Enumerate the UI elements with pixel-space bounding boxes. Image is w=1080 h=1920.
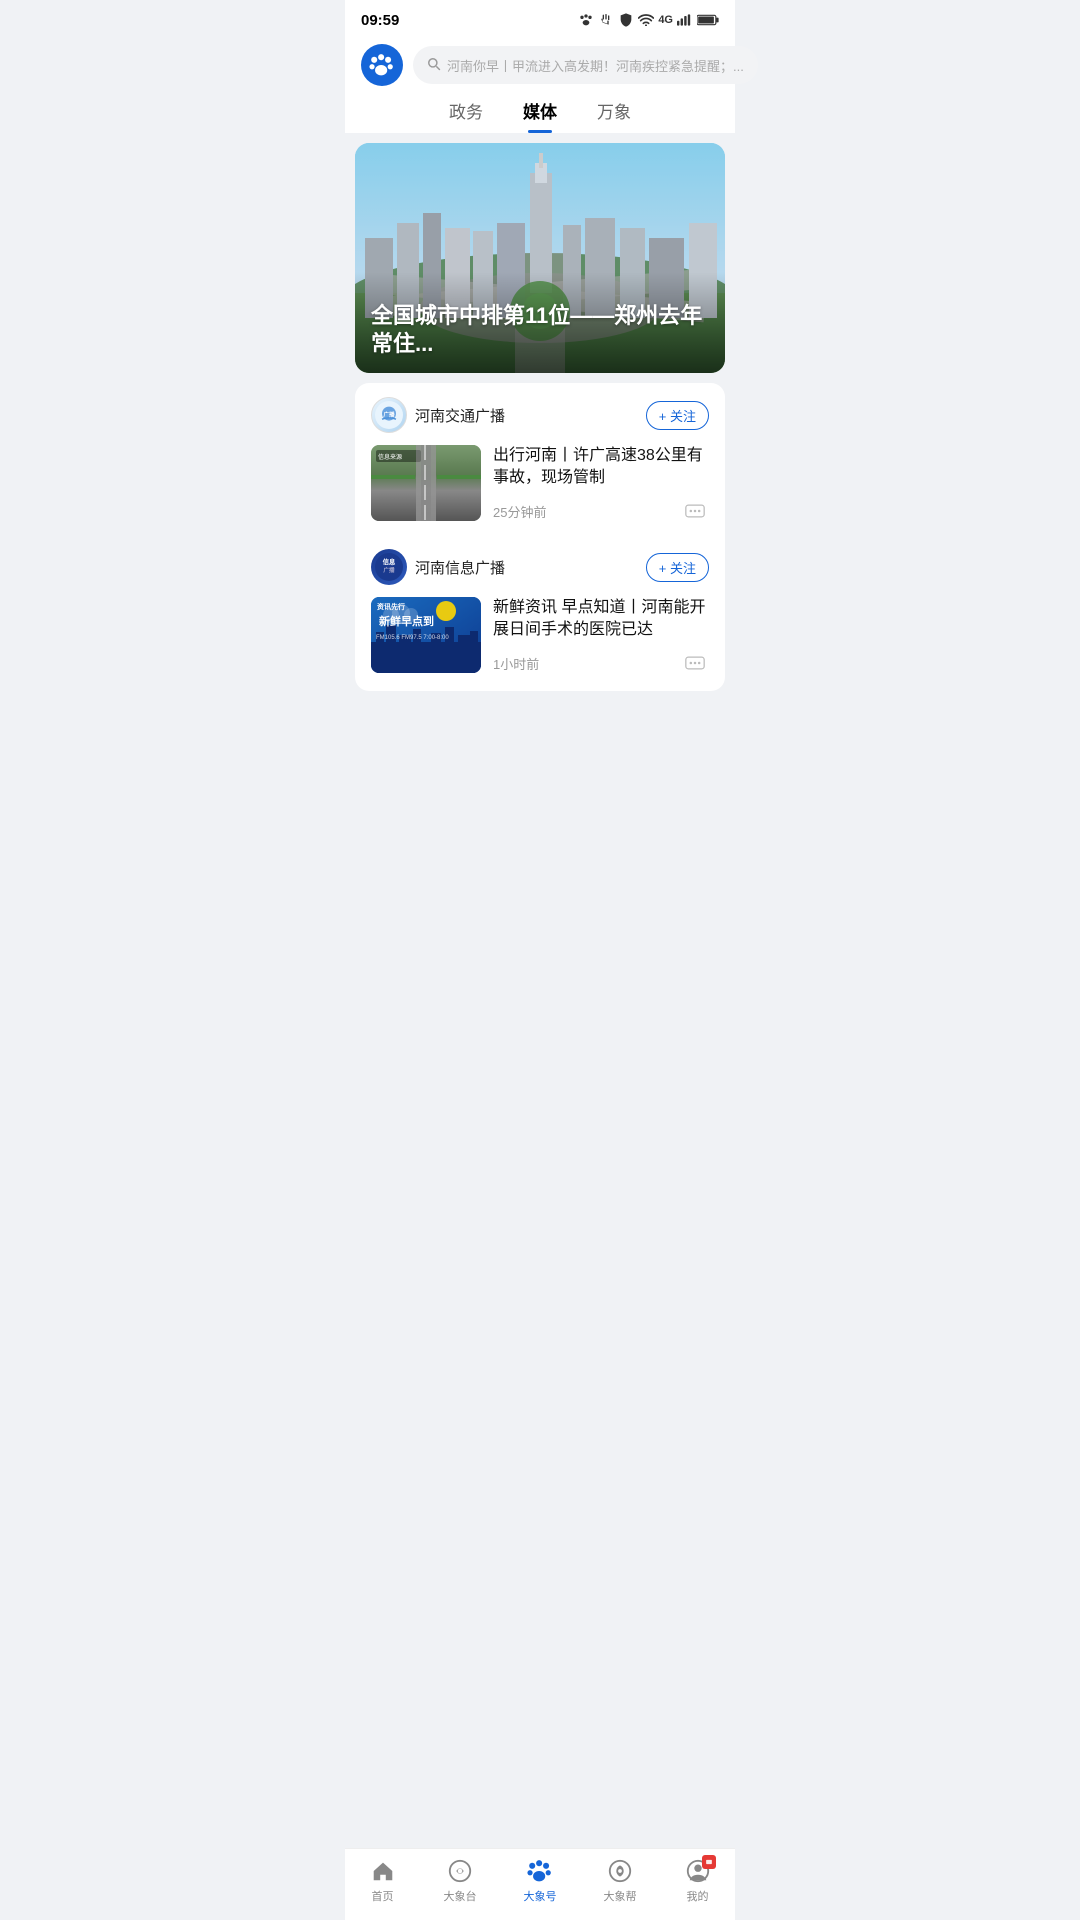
card-2-thumb: 资讯先行 新鲜早点到 FM105.6 FM97.5 7:00-8:00 [371, 597, 481, 673]
card-1-follow-btn[interactable]: + 关注 [646, 401, 709, 430]
tab-life[interactable]: 万象 [597, 98, 631, 133]
svg-text:FM105.6 FM97.5 7:00-8:00: FM105.6 FM97.5 7:00-8:00 [376, 635, 449, 641]
card-2-meta: 1小时前 [493, 653, 709, 673]
card-1-header: 广播 河南交通广播 + 关注 [371, 397, 709, 433]
card-1-source[interactable]: 广播 河南交通广播 [371, 397, 505, 433]
info-radio-logo: 信息 广播 [375, 553, 403, 581]
nav-mine-label: 我的 [687, 1888, 709, 1904]
nav-daxiangbang-icon [606, 1857, 634, 1885]
more-icon-2 [685, 655, 705, 671]
search-bar[interactable]: 河南你早丨甲流进入高发期！河南疾控紧急提醒；... [413, 46, 758, 84]
status-bar: 09:59 4G [345, 0, 735, 36]
logo-paw-icon [369, 52, 395, 78]
card-1-source-name: 河南交通广播 [415, 405, 505, 426]
card-1-time: 25分钟前 [493, 502, 546, 521]
app-logo[interactable] [361, 44, 403, 86]
nav-daxiangbang-label: 大象帮 [604, 1888, 637, 1904]
nav-mine[interactable]: 我的 [684, 1857, 712, 1904]
verified-status-icon [618, 12, 634, 28]
tabs-bar: 政务 媒体 万象 [345, 86, 735, 133]
card-1-title: 出行河南丨许广高速38公里有事故，现场管制 [493, 445, 709, 490]
card-2-source[interactable]: 信息 广播 河南信息广播 [371, 549, 505, 585]
media-card-2[interactable]: 信息 广播 河南信息广播 + 关注 [355, 535, 725, 687]
nav-daxianghao[interactable]: 大象号 [524, 1857, 557, 1904]
card-2-time: 1小时前 [493, 654, 539, 673]
nav-daxiangtai-label: 大象台 [444, 1888, 477, 1904]
source-logo-info: 信息 广播 [371, 549, 407, 585]
hand-status-icon [598, 12, 614, 28]
paw-status-icon [578, 12, 594, 28]
card-2-more-btn[interactable] [681, 653, 709, 673]
status-time: 09:59 [361, 12, 399, 29]
hero-caption: 全国城市中排第11位——郑州去年常住... [355, 272, 725, 373]
header: 河南你早丨甲流进入高发期！河南疾控紧急提醒；... [345, 36, 735, 86]
daxianghao-paw-icon [527, 1858, 553, 1884]
nav-home[interactable]: 首页 [369, 1857, 397, 1904]
media-cards-container: 广播 河南交通广播 + 关注 [355, 383, 725, 691]
svg-text:新鲜早点到: 新鲜早点到 [379, 614, 434, 628]
daxiangtai-icon [447, 1858, 473, 1884]
road-thumbnail: 信息来源 [371, 445, 481, 521]
radio-thumb-svg: 资讯先行 新鲜早点到 FM105.6 FM97.5 7:00-8:00 [371, 597, 481, 673]
bottom-navigation: 首页 大象台 大象号 [345, 1848, 735, 1920]
card-2-header: 信息 广播 河南信息广播 + 关注 [371, 549, 709, 585]
media-card-1[interactable]: 广播 河南交通广播 + 关注 [355, 383, 725, 535]
nav-home-icon [369, 1857, 397, 1885]
wifi-icon [638, 14, 654, 26]
nav-daxiangtai-icon [446, 1857, 474, 1885]
source-logo-traffic: 广播 [371, 397, 407, 433]
road-thumb-svg: 信息来源 [371, 445, 481, 521]
card-2-content: 资讯先行 新鲜早点到 FM105.6 FM97.5 7:00-8:00 新鲜资讯… [371, 597, 709, 687]
nav-daxianghao-label: 大象号 [524, 1888, 557, 1904]
home-icon [370, 1858, 396, 1884]
radio-thumbnail: 资讯先行 新鲜早点到 FM105.6 FM97.5 7:00-8:00 [371, 597, 481, 673]
card-2-info: 新鲜资讯 早点知道丨河南能开展日间手术的医院已达 1小时前 [493, 597, 709, 673]
daxiangbang-icon [607, 1858, 633, 1884]
card-2-source-name: 河南信息广播 [415, 557, 505, 578]
card-1-meta: 25分钟前 [493, 501, 709, 521]
svg-text:资讯先行: 资讯先行 [377, 602, 405, 611]
hero-banner[interactable]: 全国城市中排第11位——郑州去年常住... [355, 143, 725, 373]
search-placeholder-text: 河南你早丨甲流进入高发期！河南疾控紧急提醒；... [447, 56, 744, 75]
hero-caption-text: 全国城市中排第11位——郑州去年常住... [371, 302, 709, 359]
status-icons: 4G [578, 12, 719, 28]
badge-icon [704, 1857, 714, 1867]
nav-mine-icon [684, 1857, 712, 1885]
card-1-thumb: 信息来源 [371, 445, 481, 521]
signal-icon [677, 14, 693, 26]
nav-home-label: 首页 [372, 1888, 394, 1904]
card-1-content: 信息来源 出行河南丨许广高速38公里有事故，现场管制 25分钟前 [371, 445, 709, 535]
svg-text:信息来源: 信息来源 [378, 453, 402, 461]
card-1-more-btn[interactable] [681, 501, 709, 521]
more-icon-1 [685, 503, 705, 519]
nav-daxiangbang[interactable]: 大象帮 [604, 1857, 637, 1904]
card-2-title: 新鲜资讯 早点知道丨河南能开展日间手术的医院已达 [493, 597, 709, 642]
battery-icon [697, 14, 719, 26]
tab-media[interactable]: 媒体 [523, 98, 557, 133]
svg-text:信息: 信息 [383, 557, 396, 566]
tab-politics[interactable]: 政务 [449, 98, 483, 133]
traffic-radio-logo: 广播 [375, 401, 403, 429]
notification-badge [702, 1855, 716, 1869]
card-2-follow-btn[interactable]: + 关注 [646, 553, 709, 582]
network-label: 4G [658, 14, 673, 26]
nav-daxiangtai[interactable]: 大象台 [444, 1857, 477, 1904]
nav-daxianghao-icon [526, 1857, 554, 1885]
search-icon [427, 57, 441, 74]
card-1-info: 出行河南丨许广高速38公里有事故，现场管制 25分钟前 [493, 445, 709, 521]
